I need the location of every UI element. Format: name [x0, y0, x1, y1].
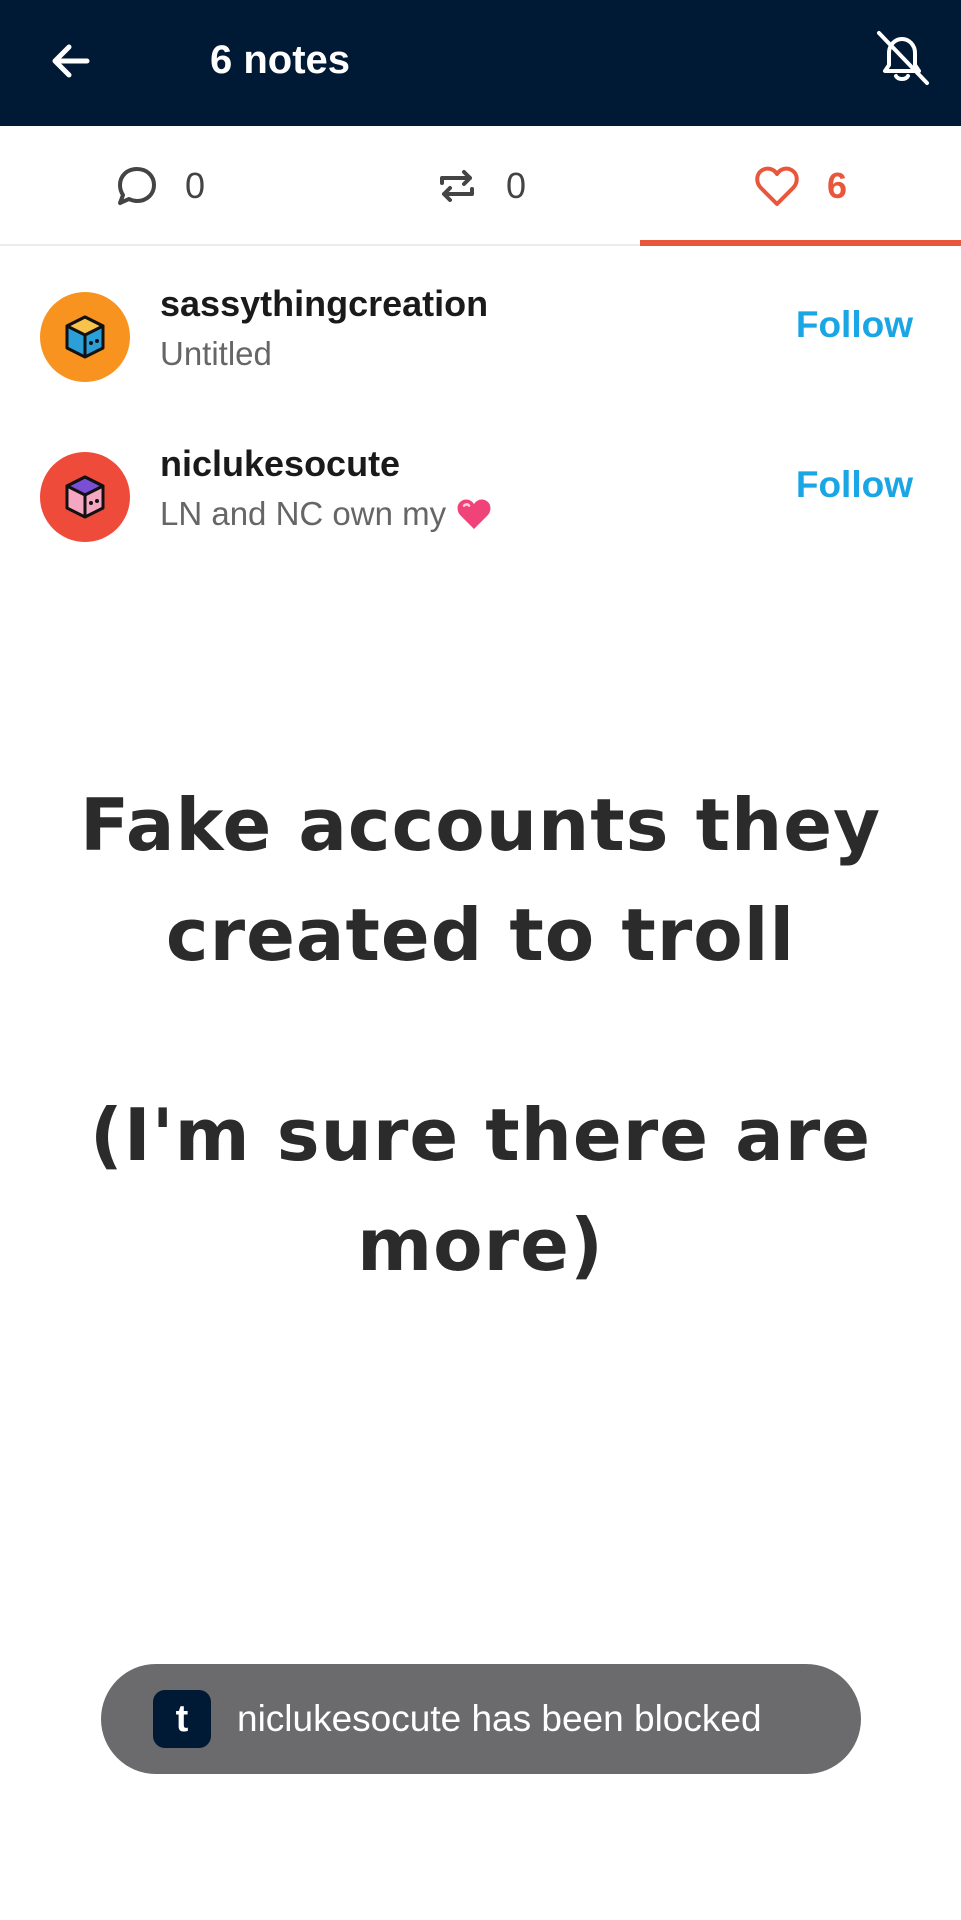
- note-blog-title: Untitled: [160, 330, 272, 378]
- follow-button[interactable]: Follow: [796, 460, 913, 510]
- follow-button[interactable]: Follow: [796, 300, 913, 350]
- caption-line: Fake accounts they: [79, 783, 882, 867]
- note-row[interactable]: niclukesocute LN and NC own my Follow: [0, 430, 961, 570]
- reblogs-count: 0: [505, 165, 527, 206]
- tab-replies[interactable]: 0: [0, 126, 320, 246]
- note-blog-title-text: Untitled: [160, 335, 272, 372]
- heart-icon: [755, 166, 799, 206]
- overlay-caption: Fake accounts they created to troll (I'm…: [40, 770, 921, 1300]
- arrow-left-icon: [52, 44, 90, 78]
- avatar[interactable]: [40, 292, 130, 382]
- note-username[interactable]: sassythingcreation: [160, 280, 488, 328]
- blocked-toast: t niclukesocute has been blocked: [101, 1664, 861, 1774]
- caption-line: more): [357, 1203, 604, 1287]
- replies-count: 0: [184, 165, 206, 206]
- notes-tabs: 0 0 6: [0, 126, 961, 246]
- mute-notifications-button[interactable]: [864, 20, 940, 96]
- note-blog-title: LN and NC own my: [160, 490, 494, 538]
- tab-reblogs[interactable]: 0: [320, 126, 640, 246]
- app-header: 6 notes: [0, 0, 961, 126]
- logo-letter: t: [175, 1697, 189, 1740]
- note-username[interactable]: niclukesocute: [160, 440, 400, 488]
- reblog-icon: [439, 170, 474, 202]
- heart-emoji-icon: [457, 499, 491, 529]
- cube-avatar-icon: [65, 315, 105, 359]
- tumblr-logo-icon: t: [153, 1690, 211, 1748]
- note-blog-title-text: LN and NC own my: [160, 495, 447, 532]
- back-button[interactable]: [36, 26, 106, 96]
- active-tab-indicator: [640, 240, 961, 246]
- caption-line: (I'm sure there are: [89, 1093, 872, 1177]
- likes-count: 6: [826, 165, 848, 206]
- tab-likes[interactable]: 6: [640, 126, 960, 246]
- cube-avatar-icon: [65, 475, 105, 519]
- avatar[interactable]: [40, 452, 130, 542]
- note-row[interactable]: sassythingcreation Untitled Follow: [0, 270, 961, 410]
- caption-line: created to troll: [165, 893, 796, 977]
- bell-off-icon: [877, 31, 929, 85]
- reply-icon: [117, 167, 156, 205]
- toast-message: niclukesocute has been blocked: [237, 1698, 762, 1739]
- page-title: 6 notes: [210, 38, 351, 82]
